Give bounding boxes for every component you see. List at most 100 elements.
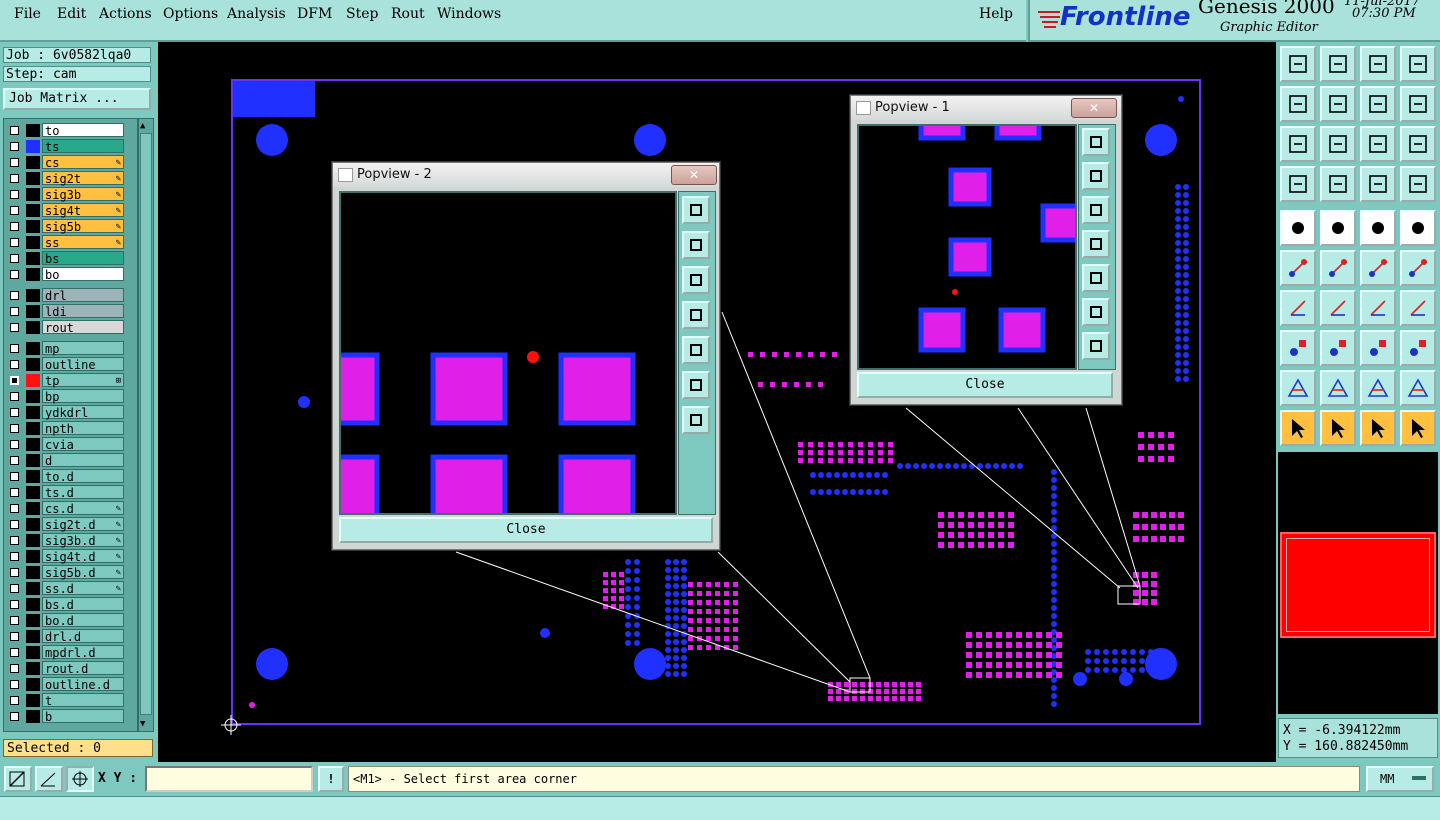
layer-row-ldi[interactable]: ldi	[4, 304, 137, 319]
select-box-tool-button[interactable]	[1320, 410, 1356, 446]
layer-row-cs-d[interactable]: cs.d ✎	[4, 501, 137, 516]
layer-checkbox[interactable]	[10, 568, 19, 577]
layer-checkbox[interactable]	[10, 323, 19, 332]
route-tool-button[interactable]	[1400, 410, 1436, 446]
popview-pan-up-button[interactable]	[1082, 162, 1110, 190]
layer-color-swatch[interactable]	[26, 406, 40, 419]
layer-name[interactable]: ldi	[42, 304, 124, 319]
layer-color-swatch[interactable]	[26, 598, 40, 611]
layer-checkbox[interactable]	[10, 584, 19, 593]
layer-row-sig2t[interactable]: sig2t ✎	[4, 171, 137, 186]
layer-checkbox[interactable]	[10, 270, 19, 279]
move-tool-button[interactable]	[1280, 210, 1316, 246]
layer-checkbox[interactable]	[10, 456, 19, 465]
layer-name[interactable]: ts	[42, 139, 124, 154]
layer-name[interactable]: t	[42, 693, 124, 708]
layer-checkbox[interactable]	[10, 126, 19, 135]
layer-name[interactable]: b	[42, 709, 124, 724]
layer-name[interactable]: cs.d ✎	[42, 501, 124, 516]
layer-row-sig4t[interactable]: sig4t ✎	[4, 203, 137, 218]
layer-name[interactable]: outline	[42, 357, 124, 372]
layer-row-ss-d[interactable]: ss.d ✎	[4, 581, 137, 596]
layer-checkbox[interactable]	[10, 408, 19, 417]
layer-color-swatch[interactable]	[26, 614, 40, 627]
dimension-tool-button[interactable]	[1360, 330, 1396, 366]
layer-row-bs-d[interactable]: bs.d	[4, 597, 137, 612]
connect-tool-button[interactable]	[1280, 250, 1316, 286]
layer-color-swatch[interactable]	[26, 321, 40, 334]
slope-tool-button[interactable]	[1280, 290, 1316, 326]
popview-pan-right-button[interactable]	[682, 336, 710, 364]
layer-color-swatch[interactable]	[26, 342, 40, 355]
popview-2-close-button[interactable]: Close	[339, 517, 713, 543]
layer-row-sig5b-d[interactable]: sig5b.d ✎	[4, 565, 137, 580]
menu-help[interactable]: Help	[979, 6, 1013, 22]
layer-checkbox[interactable]	[10, 142, 19, 151]
layer-row-mpdrl-d[interactable]: mpdrl.d	[4, 645, 137, 660]
layer-color-swatch[interactable]	[26, 140, 40, 153]
layer-name[interactable]: ss ✎	[42, 235, 124, 250]
layer-color-swatch[interactable]	[26, 582, 40, 595]
layer-row-sig3b[interactable]: sig3b ✎	[4, 187, 137, 202]
layer-checkbox[interactable]	[10, 376, 19, 385]
add-line-tool-button[interactable]	[1360, 250, 1396, 286]
measure-tool-button[interactable]	[1360, 210, 1396, 246]
popview-pan-up-button[interactable]	[682, 231, 710, 259]
layer-row-bp[interactable]: bp	[4, 389, 137, 404]
layer-list[interactable]: to ts cs ✎ sig2t ✎ sig3b ✎ sig4t ✎ sig5b ✎ ss ✎ bs bo dr…	[3, 118, 138, 732]
layer-color-swatch[interactable]	[26, 358, 40, 371]
popview-pan-right-button[interactable]	[1082, 264, 1110, 292]
select-poly-tool-button[interactable]	[1360, 410, 1396, 446]
triangle-c-tool-button[interactable]	[1360, 370, 1396, 406]
layer-color-swatch[interactable]	[26, 518, 40, 531]
layer-row-bo-d[interactable]: bo.d	[4, 613, 137, 628]
toggle-view-tool-button[interactable]	[1400, 46, 1436, 82]
layer-row-rout-d[interactable]: rout.d	[4, 661, 137, 676]
layer-name[interactable]: d	[42, 453, 124, 468]
layer-name[interactable]: sig3b.d ✎	[42, 533, 124, 548]
layer-row-to[interactable]: to	[4, 123, 137, 138]
layer-name[interactable]: rout	[42, 320, 124, 335]
layer-name[interactable]: sig4t ✎	[42, 203, 124, 218]
layer-name[interactable]: outline.d	[42, 677, 124, 692]
layer-name[interactable]: sig4t.d ✎	[42, 549, 124, 564]
layer-color-swatch[interactable]	[26, 268, 40, 281]
layer-checkbox[interactable]	[10, 712, 19, 721]
layer-color-swatch[interactable]	[26, 305, 40, 318]
scale-tool-button[interactable]	[1360, 126, 1396, 162]
menu-file[interactable]: File	[14, 6, 41, 22]
layer-color-swatch[interactable]	[26, 289, 40, 302]
layer-name[interactable]: ss.d ✎	[42, 581, 124, 596]
layer-color-swatch[interactable]	[26, 252, 40, 265]
menu-actions[interactable]: Actions	[99, 6, 152, 22]
layer-color-swatch[interactable]	[26, 156, 40, 169]
layer-compare-tool-button[interactable]	[1360, 166, 1396, 202]
popview-zoom-in-button[interactable]	[1082, 298, 1110, 326]
fit-selection-tool-button[interactable]	[1320, 126, 1356, 162]
layer-color-swatch[interactable]	[26, 710, 40, 723]
layer-name[interactable]: sig5b ✎	[42, 219, 124, 234]
layer-checkbox[interactable]	[10, 440, 19, 449]
overview-viewport[interactable]	[1280, 532, 1436, 638]
menu-options[interactable]: Options	[163, 6, 218, 22]
layer-checkbox[interactable]	[10, 360, 19, 369]
layer-diff-tool-button[interactable]	[1400, 166, 1436, 202]
layer-name[interactable]: sig5b.d ✎	[42, 565, 124, 580]
layer-color-swatch[interactable]	[26, 422, 40, 435]
layer-color-swatch[interactable]	[26, 550, 40, 563]
layer-color-swatch[interactable]	[26, 390, 40, 403]
layer-color-swatch[interactable]	[26, 486, 40, 499]
layer-checkbox[interactable]	[10, 307, 19, 316]
edit-line-tool-button[interactable]	[1320, 290, 1356, 326]
layer-name[interactable]: tp ⊞	[42, 373, 124, 388]
layer-list-scrollbar[interactable]: ▲ ▼	[138, 118, 154, 732]
layer-row-ss[interactable]: ss ✎	[4, 235, 137, 250]
popview-1-view[interactable]	[857, 124, 1077, 370]
layer-checkbox[interactable]	[10, 344, 19, 353]
layer-color-swatch[interactable]	[26, 566, 40, 579]
layer-color-swatch[interactable]	[26, 374, 40, 387]
layer-name[interactable]: drl.d	[42, 629, 124, 644]
popview-zoom-home-button[interactable]	[682, 196, 710, 224]
popview-zoom-home-button[interactable]	[1082, 128, 1110, 156]
line-width-tool-button[interactable]	[1320, 330, 1356, 366]
